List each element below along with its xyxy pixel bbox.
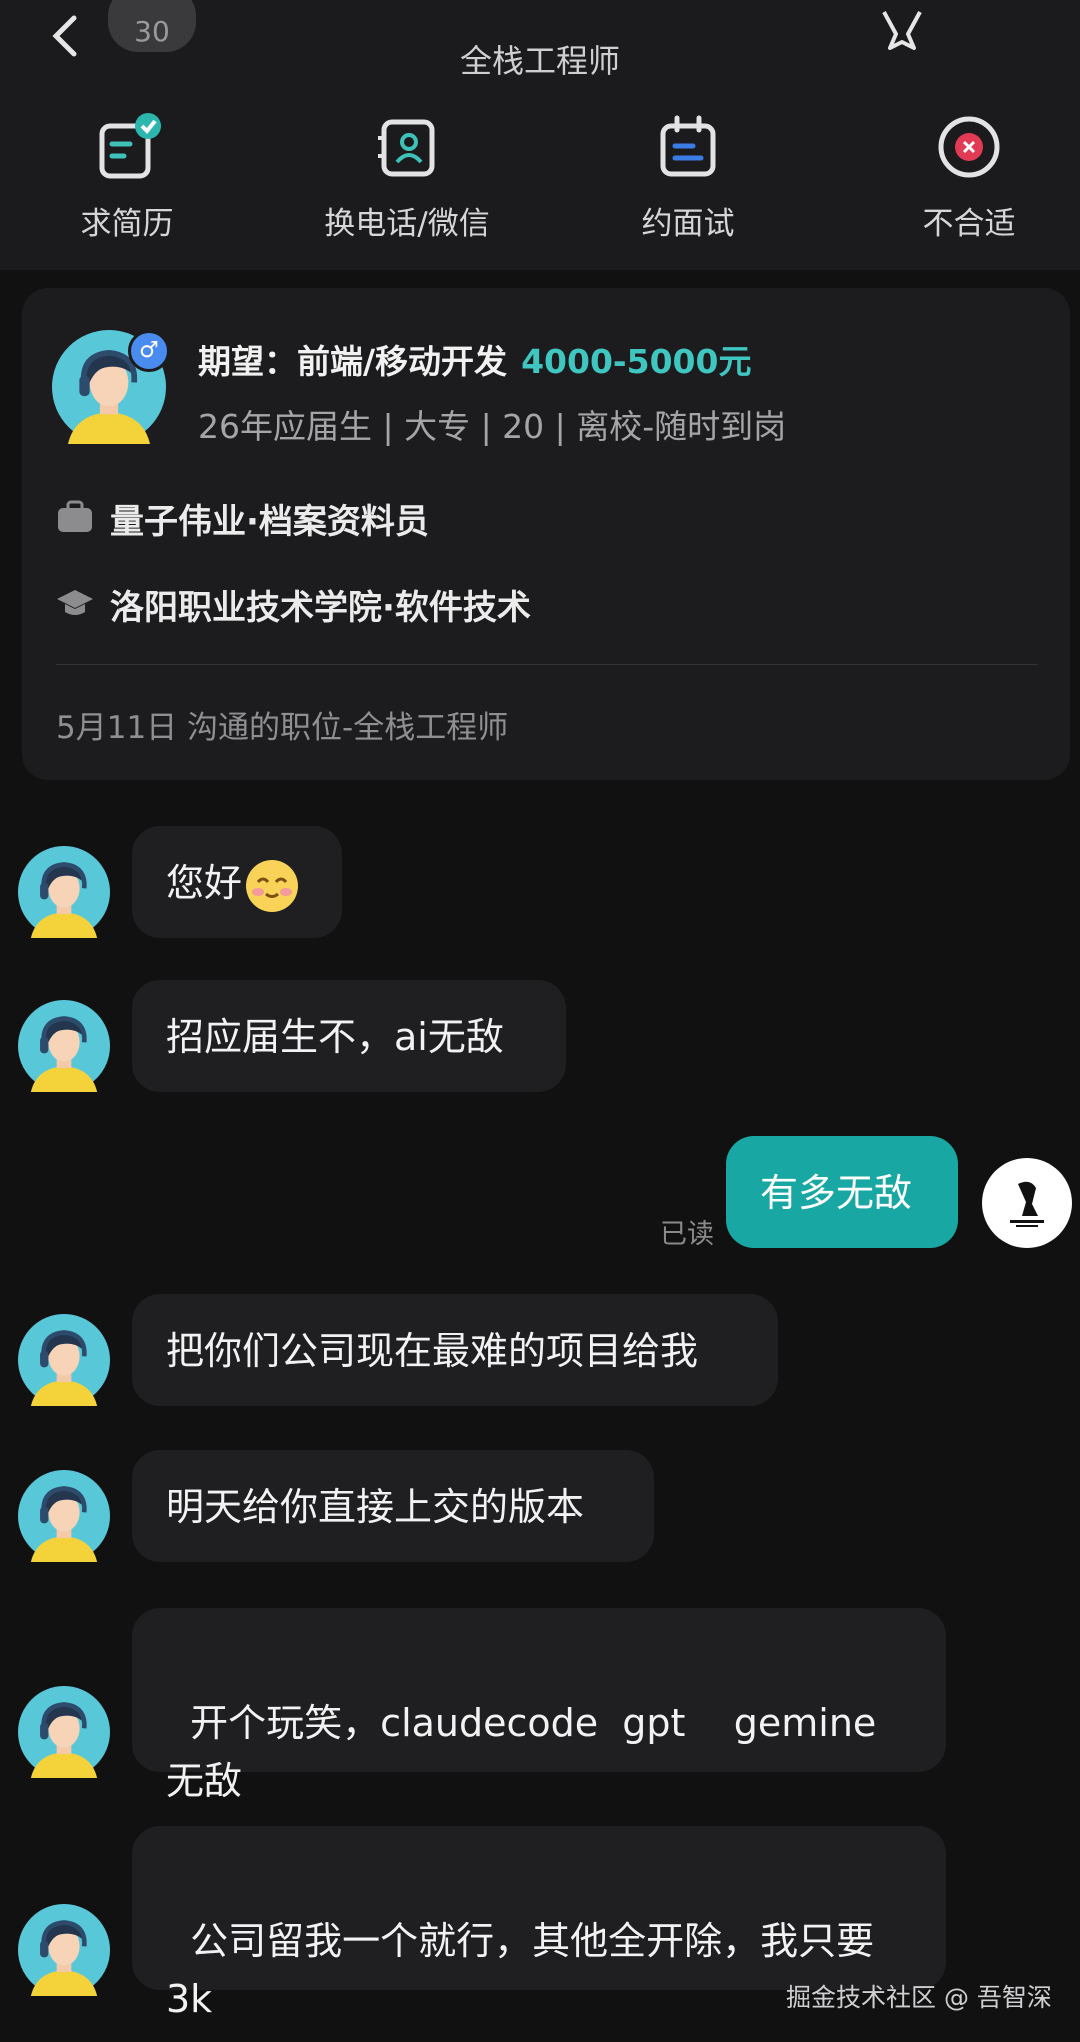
candidate-meta: 26年应届生 | 大专 | 20 | 离校-随时到岗 bbox=[198, 407, 787, 446]
message-text: 开个玩笑，claudecode gpt gemine 无敌 bbox=[166, 1701, 877, 1803]
message-text: 把你们公司现在最难的项目给我 bbox=[166, 1329, 699, 1373]
graduation-cap-icon bbox=[57, 590, 93, 615]
message-bubble: 把你们公司现在最难的项目给我 bbox=[132, 1294, 778, 1406]
contact-swap-icon bbox=[378, 119, 435, 177]
message-text: 您好 bbox=[166, 861, 243, 905]
message-bubble: 您好 bbox=[132, 826, 342, 938]
job-expectation: 期望：前端/移动开发 4000-5000元 bbox=[198, 335, 751, 383]
card-divider bbox=[56, 664, 1038, 665]
candidate-avatar[interactable] bbox=[18, 1000, 110, 1092]
calendar-icon bbox=[660, 115, 716, 177]
my-avatar[interactable] bbox=[982, 1158, 1072, 1248]
message-bubble: 明天给你直接上交的版本 bbox=[132, 1450, 654, 1562]
candidate-avatar[interactable] bbox=[18, 846, 110, 938]
candidate-avatar[interactable] bbox=[18, 1470, 110, 1562]
expectation-text: 期望：前端/移动开发 bbox=[198, 342, 508, 381]
conversation-source: 5月11日 沟通的职位-全栈工程师 bbox=[56, 710, 509, 746]
briefcase-icon bbox=[58, 500, 92, 532]
candidate-avatar[interactable] bbox=[18, 1686, 110, 1778]
resume-check-icon bbox=[99, 113, 161, 179]
message-text: 明天给你直接上交的版本 bbox=[166, 1485, 585, 1529]
message-text: 招应届生不，ai无敌 bbox=[166, 1015, 504, 1059]
my-message-bubble: 有多无敌 bbox=[726, 1136, 958, 1248]
schedule-interview-label: 约面试 bbox=[641, 206, 735, 242]
not-suitable-label: 不合适 bbox=[922, 206, 1016, 242]
request-resume-label: 求简历 bbox=[80, 206, 174, 242]
swap-contact-button[interactable]: 换电话/微信 bbox=[307, 112, 507, 243]
watermark: 掘金技术社区 @ 吾智深 bbox=[786, 1983, 1052, 2012]
swap-contact-label: 换电话/微信 bbox=[324, 206, 490, 242]
salary-range: 4000-5000元 bbox=[521, 342, 752, 381]
candidate-avatar[interactable] bbox=[18, 1904, 110, 1996]
schedule-interview-button[interactable]: 约面试 bbox=[588, 112, 788, 243]
request-resume-button[interactable]: 求简历 bbox=[27, 112, 227, 243]
message-bubble: 招应届生不，ai无敌 bbox=[132, 980, 566, 1092]
star-icon[interactable] bbox=[878, 4, 926, 52]
candidate-avatar[interactable] bbox=[18, 1314, 110, 1406]
smiling-face-emoji-icon bbox=[246, 859, 299, 912]
male-icon: ♂ bbox=[128, 330, 170, 372]
message-text: 有多无敌 bbox=[760, 1171, 913, 1215]
not-suitable-button[interactable]: 不合适 bbox=[869, 112, 1069, 243]
work-experience: 量子伟业·档案资料员 bbox=[110, 502, 429, 542]
message-text: 公司留我一个就行，其他全开除，我只要 3k bbox=[166, 1919, 875, 2021]
read-status: 已读 bbox=[660, 1219, 714, 1250]
education: 洛阳职业技术学院·软件技术 bbox=[110, 588, 531, 628]
reject-icon bbox=[938, 116, 1000, 178]
message-bubble: 公司留我一个就行，其他全开除，我只要 3k bbox=[132, 1826, 946, 2021]
message-bubble: 开个玩笑，claudecode gpt gemine 无敌 bbox=[132, 1608, 946, 1803]
